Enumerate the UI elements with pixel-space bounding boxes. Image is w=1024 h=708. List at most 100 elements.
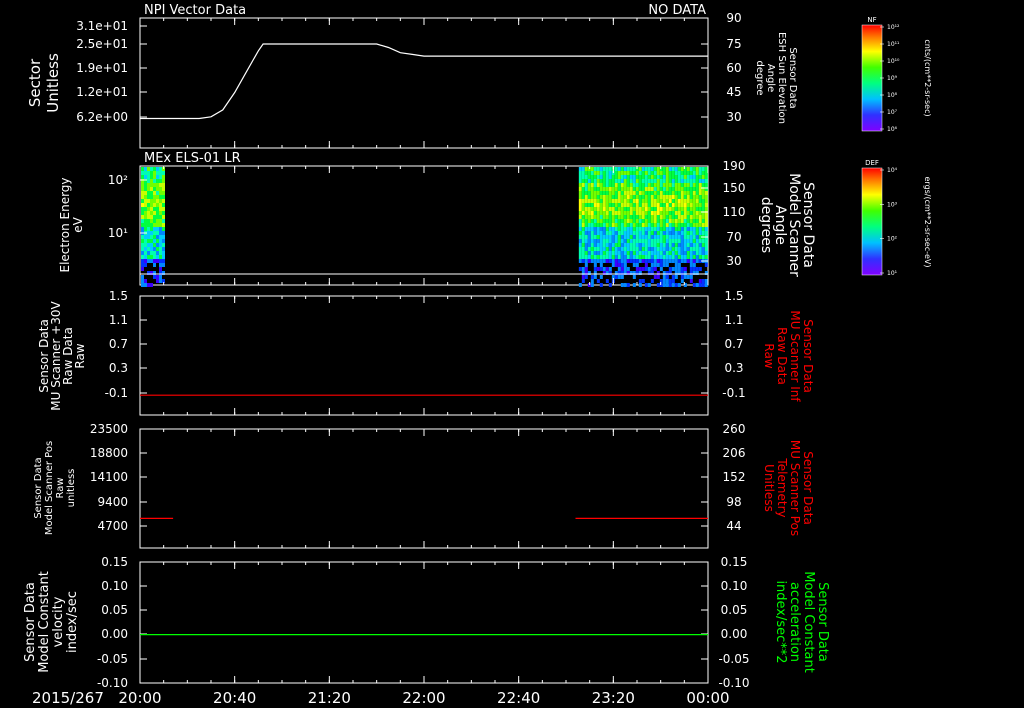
spectrogram-cell [153, 275, 156, 279]
spectrogram-cell [596, 175, 600, 179]
spectrogram-cell [599, 187, 603, 191]
spectrogram-cell [680, 243, 684, 247]
spectrogram-cell [626, 179, 630, 183]
spectrogram-cell [590, 231, 594, 235]
spectrogram-cell [674, 247, 678, 251]
spectrogram-cell [662, 195, 666, 199]
spectrogram-cell [656, 223, 660, 227]
spectrogram-cell [641, 219, 645, 223]
spectrogram-cell [641, 171, 645, 175]
y-tick-label: -0.05 [97, 652, 128, 666]
spectrogram-cell [578, 175, 582, 179]
spectrogram-cell [578, 267, 582, 271]
spectrogram-cell [581, 239, 585, 243]
spectrogram-cell [656, 247, 660, 251]
spectrogram-cell [656, 255, 660, 259]
spectrogram-cell [150, 283, 153, 287]
svg-text:Raw: Raw [55, 477, 66, 498]
spectrogram-cell [578, 255, 582, 259]
spectrogram-cell [638, 239, 642, 243]
spectrogram-cell [674, 231, 678, 235]
spectrogram-cell [617, 207, 621, 211]
spectrogram-cell [159, 275, 162, 279]
spectrogram-cell [665, 167, 669, 171]
spectrogram-cell [153, 199, 156, 203]
spectrogram-cell [674, 191, 678, 195]
spectrogram-cell [602, 251, 606, 255]
spectrogram-cell [698, 195, 702, 199]
spectrogram-cell [581, 215, 585, 219]
spectrogram-cell [156, 227, 159, 231]
panel-1-status: NO DATA [648, 3, 706, 18]
spectrogram-cell [611, 255, 615, 259]
spectrogram-cell [653, 203, 657, 207]
spectrogram-cell [650, 251, 654, 255]
spectrogram-cell [626, 247, 630, 251]
spectrogram-cell [599, 275, 603, 279]
spectrogram-cell [674, 195, 678, 199]
spectrogram-cell [638, 171, 642, 175]
spectrogram-cell [701, 247, 705, 251]
spectrogram-cell [584, 259, 588, 263]
spectrogram-cell [668, 235, 672, 239]
spectrogram-cell [662, 199, 666, 203]
spectrogram-cell [647, 259, 651, 263]
spectrogram-cell [698, 215, 702, 219]
spectrogram-cell [581, 187, 585, 191]
spectrogram-cell [665, 199, 669, 203]
spectrogram-cell [599, 183, 603, 187]
spectrogram-cell [704, 251, 708, 255]
spectrogram-cell [147, 247, 150, 251]
spectrogram-cell [695, 211, 699, 215]
spectrogram-cell [638, 199, 642, 203]
spectrogram-cell [602, 187, 606, 191]
y-tick-label: 1.9e+01 [76, 61, 128, 75]
spectrogram-cell [581, 235, 585, 239]
spectrogram-cell [683, 219, 687, 223]
spectrogram-cell [605, 183, 609, 187]
spectrogram-cell [689, 167, 693, 171]
spectrogram-cell [671, 223, 675, 227]
spectrogram-cell [671, 275, 675, 279]
spectrogram-cell [695, 207, 699, 211]
spectrogram-cell [635, 259, 639, 263]
spectrogram-cell [578, 283, 582, 287]
spectrogram-cell [692, 219, 696, 223]
spectrogram-cell [674, 239, 678, 243]
spectrogram-cell [656, 175, 660, 179]
spectrogram-cell [704, 255, 708, 259]
spectrogram-cell [602, 267, 606, 271]
spectrogram-cell [614, 243, 618, 247]
spectrogram-cell [698, 267, 702, 271]
spectrogram-cell [629, 235, 633, 239]
spectrogram-cell [593, 263, 597, 267]
spectrogram-cell [650, 171, 654, 175]
spectrogram-cell [153, 215, 156, 219]
spectrogram-cell [159, 171, 162, 175]
spectrogram-cell [623, 227, 627, 231]
spectrogram-cell [650, 207, 654, 211]
spectrogram-cell [611, 223, 615, 227]
spectrogram-cell [683, 223, 687, 227]
spectrogram-cell [614, 219, 618, 223]
spectrogram-cell [144, 207, 147, 211]
spectrogram-cell [689, 279, 693, 283]
spectrogram-cell [144, 283, 147, 287]
spectrogram-cell [593, 195, 597, 199]
spectrogram-cell [605, 215, 609, 219]
spectrogram-cell [671, 179, 675, 183]
spectrogram-cell [614, 247, 618, 251]
colorbar-nf-name: NF [867, 16, 876, 24]
spectrogram-cell [626, 211, 630, 215]
spectrogram-cell [578, 227, 582, 231]
spectrogram-cell [665, 231, 669, 235]
spectrogram-cell [665, 227, 669, 231]
spectrogram-cell [650, 279, 654, 283]
colorbar-def-name: DEF [865, 159, 879, 167]
spectrogram-cell [632, 199, 636, 203]
spectrogram-cell [695, 251, 699, 255]
spectrogram-cell [617, 183, 621, 187]
spectrogram-cell [596, 191, 600, 195]
spectrogram-cell [605, 207, 609, 211]
spectrogram-cell [614, 195, 618, 199]
